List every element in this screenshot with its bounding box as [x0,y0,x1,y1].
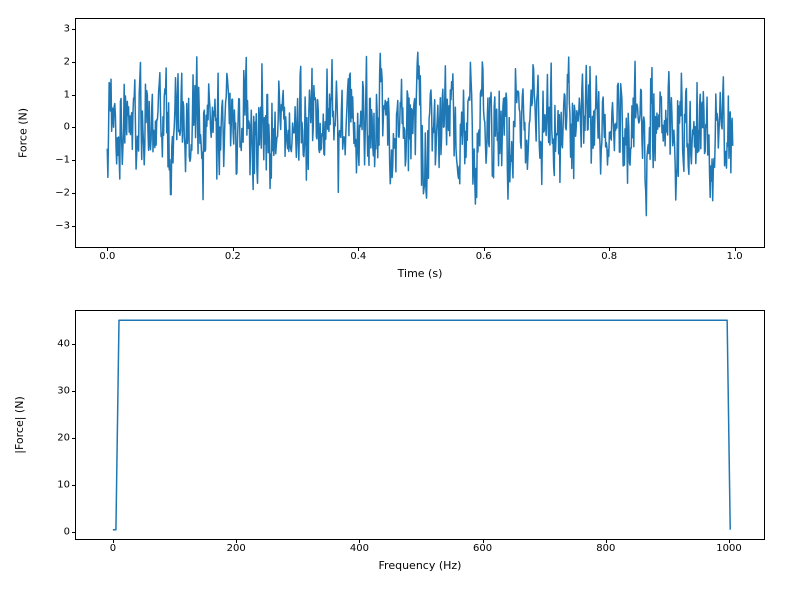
y-tick-label: 40 [57,338,70,349]
y-tick-label: 0 [64,526,70,537]
x-tick-label: 0.6 [476,251,492,262]
figure: Time (s) Force (N) 0.0 0.2 0.4 0.6 0.8 1.0 −3 −… [0,0,790,590]
y-axis-label-force-mag: |Force| (N) [13,396,26,453]
x-tick-label: 600 [473,543,492,554]
y-tick-label: 2 [64,56,70,67]
y-tick-label: 3 [64,23,70,34]
y-tick-label: 20 [57,432,70,443]
x-tick-label: 0.4 [350,251,366,262]
x-tick-label: 0 [110,543,116,554]
y-axis-label-force: Force (N) [16,108,29,158]
x-tick-label: 0.2 [225,251,241,262]
y-tick-label: −1 [55,155,70,166]
y-tick-label: 30 [57,385,70,396]
x-tick-label: 0.0 [99,251,115,262]
x-axis-label-time: Time (s) [398,267,443,280]
time-series-line [76,19,764,247]
x-tick-label: 1000 [716,543,741,554]
y-tick-label: 1 [64,89,70,100]
y-tick-label: −2 [55,188,70,199]
y-tick-label: 10 [57,479,70,490]
x-tick-label: 0.8 [601,251,617,262]
x-tick-label: 200 [227,543,246,554]
x-axis-label-frequency: Frequency (Hz) [379,559,462,572]
x-tick-label: 800 [596,543,615,554]
spectrum-line [76,311,764,539]
y-tick-label: −3 [55,221,70,232]
y-tick-label: 0 [64,122,70,133]
x-tick-label: 1.0 [727,251,743,262]
axes-time: Time (s) Force (N) 0.00.20.40.60.81.0−3−… [75,18,765,248]
x-tick-label: 400 [350,543,369,554]
axes-frequency: Frequency (Hz) |Force| (N) 0200400600800… [75,310,765,540]
